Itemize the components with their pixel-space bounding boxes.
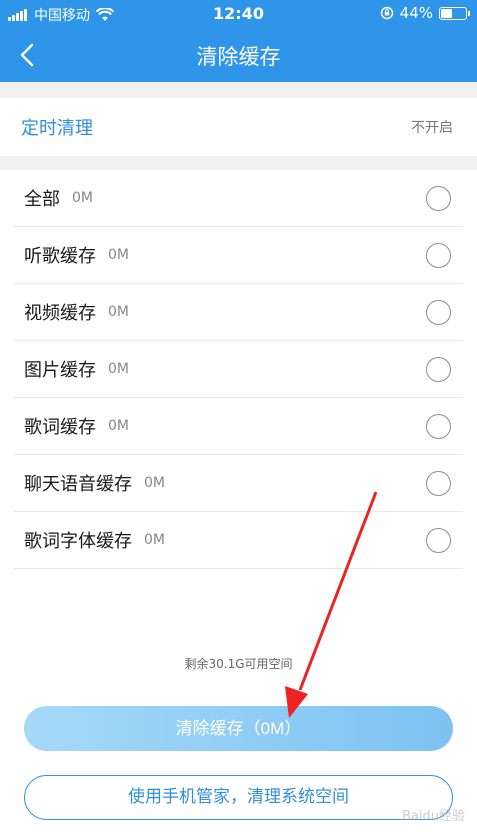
battery-icon — [439, 6, 470, 20]
rotation-lock-icon — [380, 6, 393, 20]
phone-manager-button[interactable]: 使用手机管家，清理系统空间 — [24, 775, 453, 820]
status-bar: 中国移动 12:40 44% — [0, 0, 477, 28]
battery-fill — [441, 8, 452, 18]
radio-button[interactable] — [426, 186, 451, 211]
free-space-info: 剩余30.1G可用空间 — [184, 657, 293, 671]
cache-item-video[interactable]: 视频缓存 0M — [14, 284, 463, 341]
cache-list: 全部 0M 听歌缓存 0M 视频缓存 0M 图片缓存 0M 歌词缓存 0M 聊天… — [0, 170, 477, 569]
cache-item-lyrics[interactable]: 歌词缓存 0M — [14, 398, 463, 455]
cache-item-label: 视频缓存 — [24, 303, 96, 324]
section-divider — [0, 156, 477, 170]
cache-item-size: 0M — [72, 190, 93, 206]
radio-button[interactable] — [426, 528, 451, 553]
radio-button[interactable] — [426, 414, 451, 439]
cache-item-music[interactable]: 听歌缓存 0M — [14, 227, 463, 284]
radio-button[interactable] — [426, 471, 451, 496]
clear-cache-button[interactable]: 清除缓存（0M） — [24, 706, 453, 751]
cache-item-size: 0M — [144, 475, 165, 491]
page-title: 清除缓存 — [196, 45, 281, 69]
nav-bar: 清除缓存 — [0, 28, 477, 82]
cache-item-size: 0M — [108, 361, 129, 377]
cache-item-label: 歌词缓存 — [24, 417, 96, 438]
section-divider — [0, 82, 477, 98]
cache-item-label: 歌词字体缓存 — [24, 531, 132, 552]
cache-item-size: 0M — [108, 304, 129, 320]
cache-item-voice-chat[interactable]: 聊天语音缓存 0M — [14, 455, 463, 512]
cache-item-size: 0M — [108, 247, 129, 263]
cache-item-size: 0M — [144, 532, 165, 548]
radio-button[interactable] — [426, 300, 451, 325]
cache-item-label: 聊天语音缓存 — [24, 474, 132, 495]
timer-clean-label: 定时清理 — [21, 118, 93, 139]
cache-item-lyrics-font[interactable]: 歌词字体缓存 0M — [14, 512, 463, 569]
cache-item-label: 图片缓存 — [24, 360, 96, 381]
radio-button[interactable] — [426, 357, 451, 382]
radio-button[interactable] — [426, 243, 451, 268]
timer-clean-value: 不开启 — [411, 120, 453, 136]
cache-item-label: 听歌缓存 — [24, 246, 96, 267]
cache-item-image[interactable]: 图片缓存 0M — [14, 341, 463, 398]
timer-clean-row[interactable]: 定时清理 不开启 — [0, 98, 477, 156]
cache-item-size: 0M — [108, 418, 129, 434]
cache-item-label: 全部 — [24, 189, 60, 210]
cache-item-all[interactable]: 全部 0M — [14, 170, 463, 227]
watermark: Baidu经验 — [402, 809, 465, 824]
battery-percent: 44% — [399, 4, 433, 22]
top-bar: 中国移动 12:40 44% 清除缓存 — [0, 0, 477, 82]
